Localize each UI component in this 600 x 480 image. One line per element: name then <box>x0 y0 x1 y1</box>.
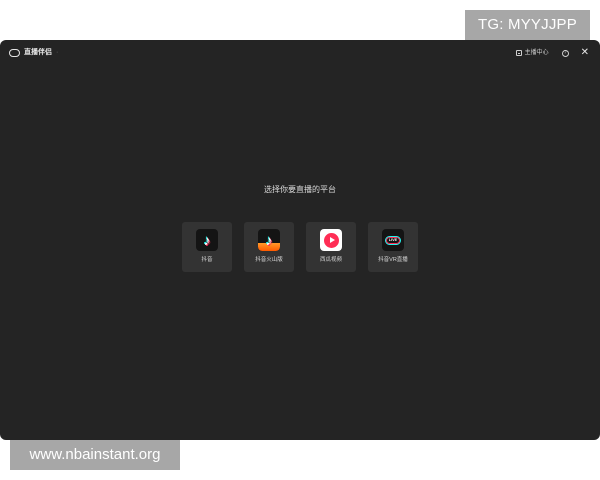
app-title: 直播伴侣 <box>24 49 52 56</box>
platform-card-douyin[interactable]: ♪ 抖音 <box>182 222 232 272</box>
douyin-vr-live-icon: LIVE <box>382 229 404 251</box>
platform-label: 西瓜视频 <box>319 257 342 263</box>
platform-label: 抖音火山版 <box>255 257 283 263</box>
title-separator: · <box>56 49 59 56</box>
platform-prompt: 选择你要直播的平台 <box>264 185 336 194</box>
play-icon <box>329 236 335 243</box>
site-url-label: www.nbainstant.org <box>10 440 180 470</box>
tg-label: TG: MYYJJPP <box>465 10 590 40</box>
app-logo-icon <box>9 49 20 57</box>
brand: 直播伴侣 · <box>9 47 58 59</box>
platform-label: 抖音 <box>201 257 213 263</box>
platform-label: 抖音VR直播 <box>378 257 408 263</box>
xigua-video-icon <box>320 229 342 251</box>
titlebar: 直播伴侣 · 主播中心 ? ✕ <box>0 40 600 66</box>
streamer-center-button[interactable]: 主播中心 <box>515 47 549 59</box>
platform-card-xigua[interactable]: 西瓜视频 <box>306 222 356 272</box>
titlebar-actions: 主播中心 ? ✕ <box>515 47 589 59</box>
platform-card-douyin-vr[interactable]: LIVE 抖音VR直播 <box>368 222 418 272</box>
live-badge: LIVE <box>385 235 401 245</box>
help-icon[interactable]: ? <box>561 49 569 57</box>
platform-card-douyin-huoshan[interactable]: ♪ 抖音火山版 <box>244 222 294 272</box>
streamer-center-label: 主播中心 <box>524 50 549 56</box>
platform-list: ♪ 抖音 ♪ 抖音火山版 西瓜视频 LIVE 抖音VR直播 <box>182 222 418 272</box>
close-icon[interactable]: ✕ <box>581 47 589 59</box>
douyin-huoshan-icon: ♪ <box>258 229 280 251</box>
app-window: 直播伴侣 · 主播中心 ? ✕ 选择你要直播的平台 ♪ 抖音 ♪ 抖音火山版 西… <box>0 40 600 440</box>
streamer-center-icon <box>515 50 522 56</box>
douyin-icon: ♪ <box>196 229 218 251</box>
